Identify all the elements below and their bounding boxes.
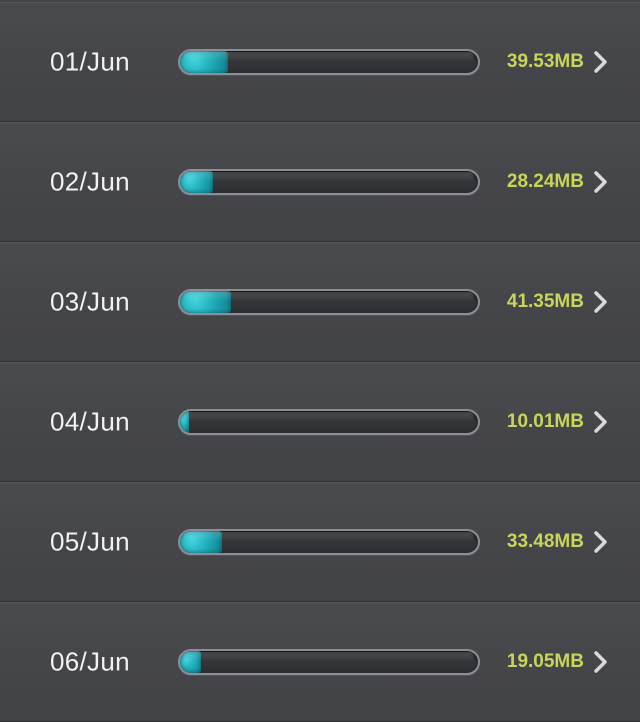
row-date: 02/Jun <box>50 166 130 197</box>
chevron-right-icon <box>594 51 607 73</box>
row-date: 03/Jun <box>50 286 130 317</box>
usage-row-05-jun[interactable]: 05/Jun 33.48MB <box>0 482 640 602</box>
usage-progress-fill <box>180 411 189 433</box>
row-size: 39.53MB <box>506 51 584 72</box>
usage-progress-fill <box>180 291 231 313</box>
usage-progress-bar <box>178 529 480 555</box>
usage-row-03-jun[interactable]: 03/Jun 41.35MB <box>0 242 640 362</box>
usage-progress-bar <box>178 289 480 315</box>
usage-progress-bar <box>178 49 480 75</box>
usage-progress-fill <box>180 651 201 673</box>
usage-progress-fill <box>180 171 213 193</box>
row-size: 10.01MB <box>506 411 584 432</box>
chevron-right-icon <box>594 411 607 433</box>
row-size: 28.24MB <box>506 171 584 192</box>
row-size: 41.35MB <box>506 291 584 312</box>
row-size: 33.48MB <box>506 531 584 552</box>
row-size: 19.05MB <box>506 651 584 672</box>
chevron-right-icon <box>594 531 607 553</box>
usage-progress-bar <box>178 649 480 675</box>
usage-row-06-jun[interactable]: 06/Jun 19.05MB <box>0 602 640 722</box>
usage-progress-bar <box>178 169 480 195</box>
chevron-right-icon <box>594 291 607 313</box>
usage-progress-fill <box>180 531 222 553</box>
row-date: 05/Jun <box>50 526 130 557</box>
usage-row-01-jun[interactable]: 01/Jun 39.53MB <box>0 2 640 122</box>
usage-row-04-jun[interactable]: 04/Jun 10.01MB <box>0 362 640 482</box>
row-date: 06/Jun <box>50 646 130 677</box>
usage-progress-fill <box>180 51 228 73</box>
row-date: 01/Jun <box>50 46 130 77</box>
usage-progress-bar <box>178 409 480 435</box>
chevron-right-icon <box>594 171 607 193</box>
chevron-right-icon <box>594 651 607 673</box>
row-date: 04/Jun <box>50 406 130 437</box>
usage-row-02-jun[interactable]: 02/Jun 28.24MB <box>0 122 640 242</box>
usage-list: 01/Jun 39.53MB 02/Jun 28.24MB 03/Jun 41.… <box>0 0 640 722</box>
